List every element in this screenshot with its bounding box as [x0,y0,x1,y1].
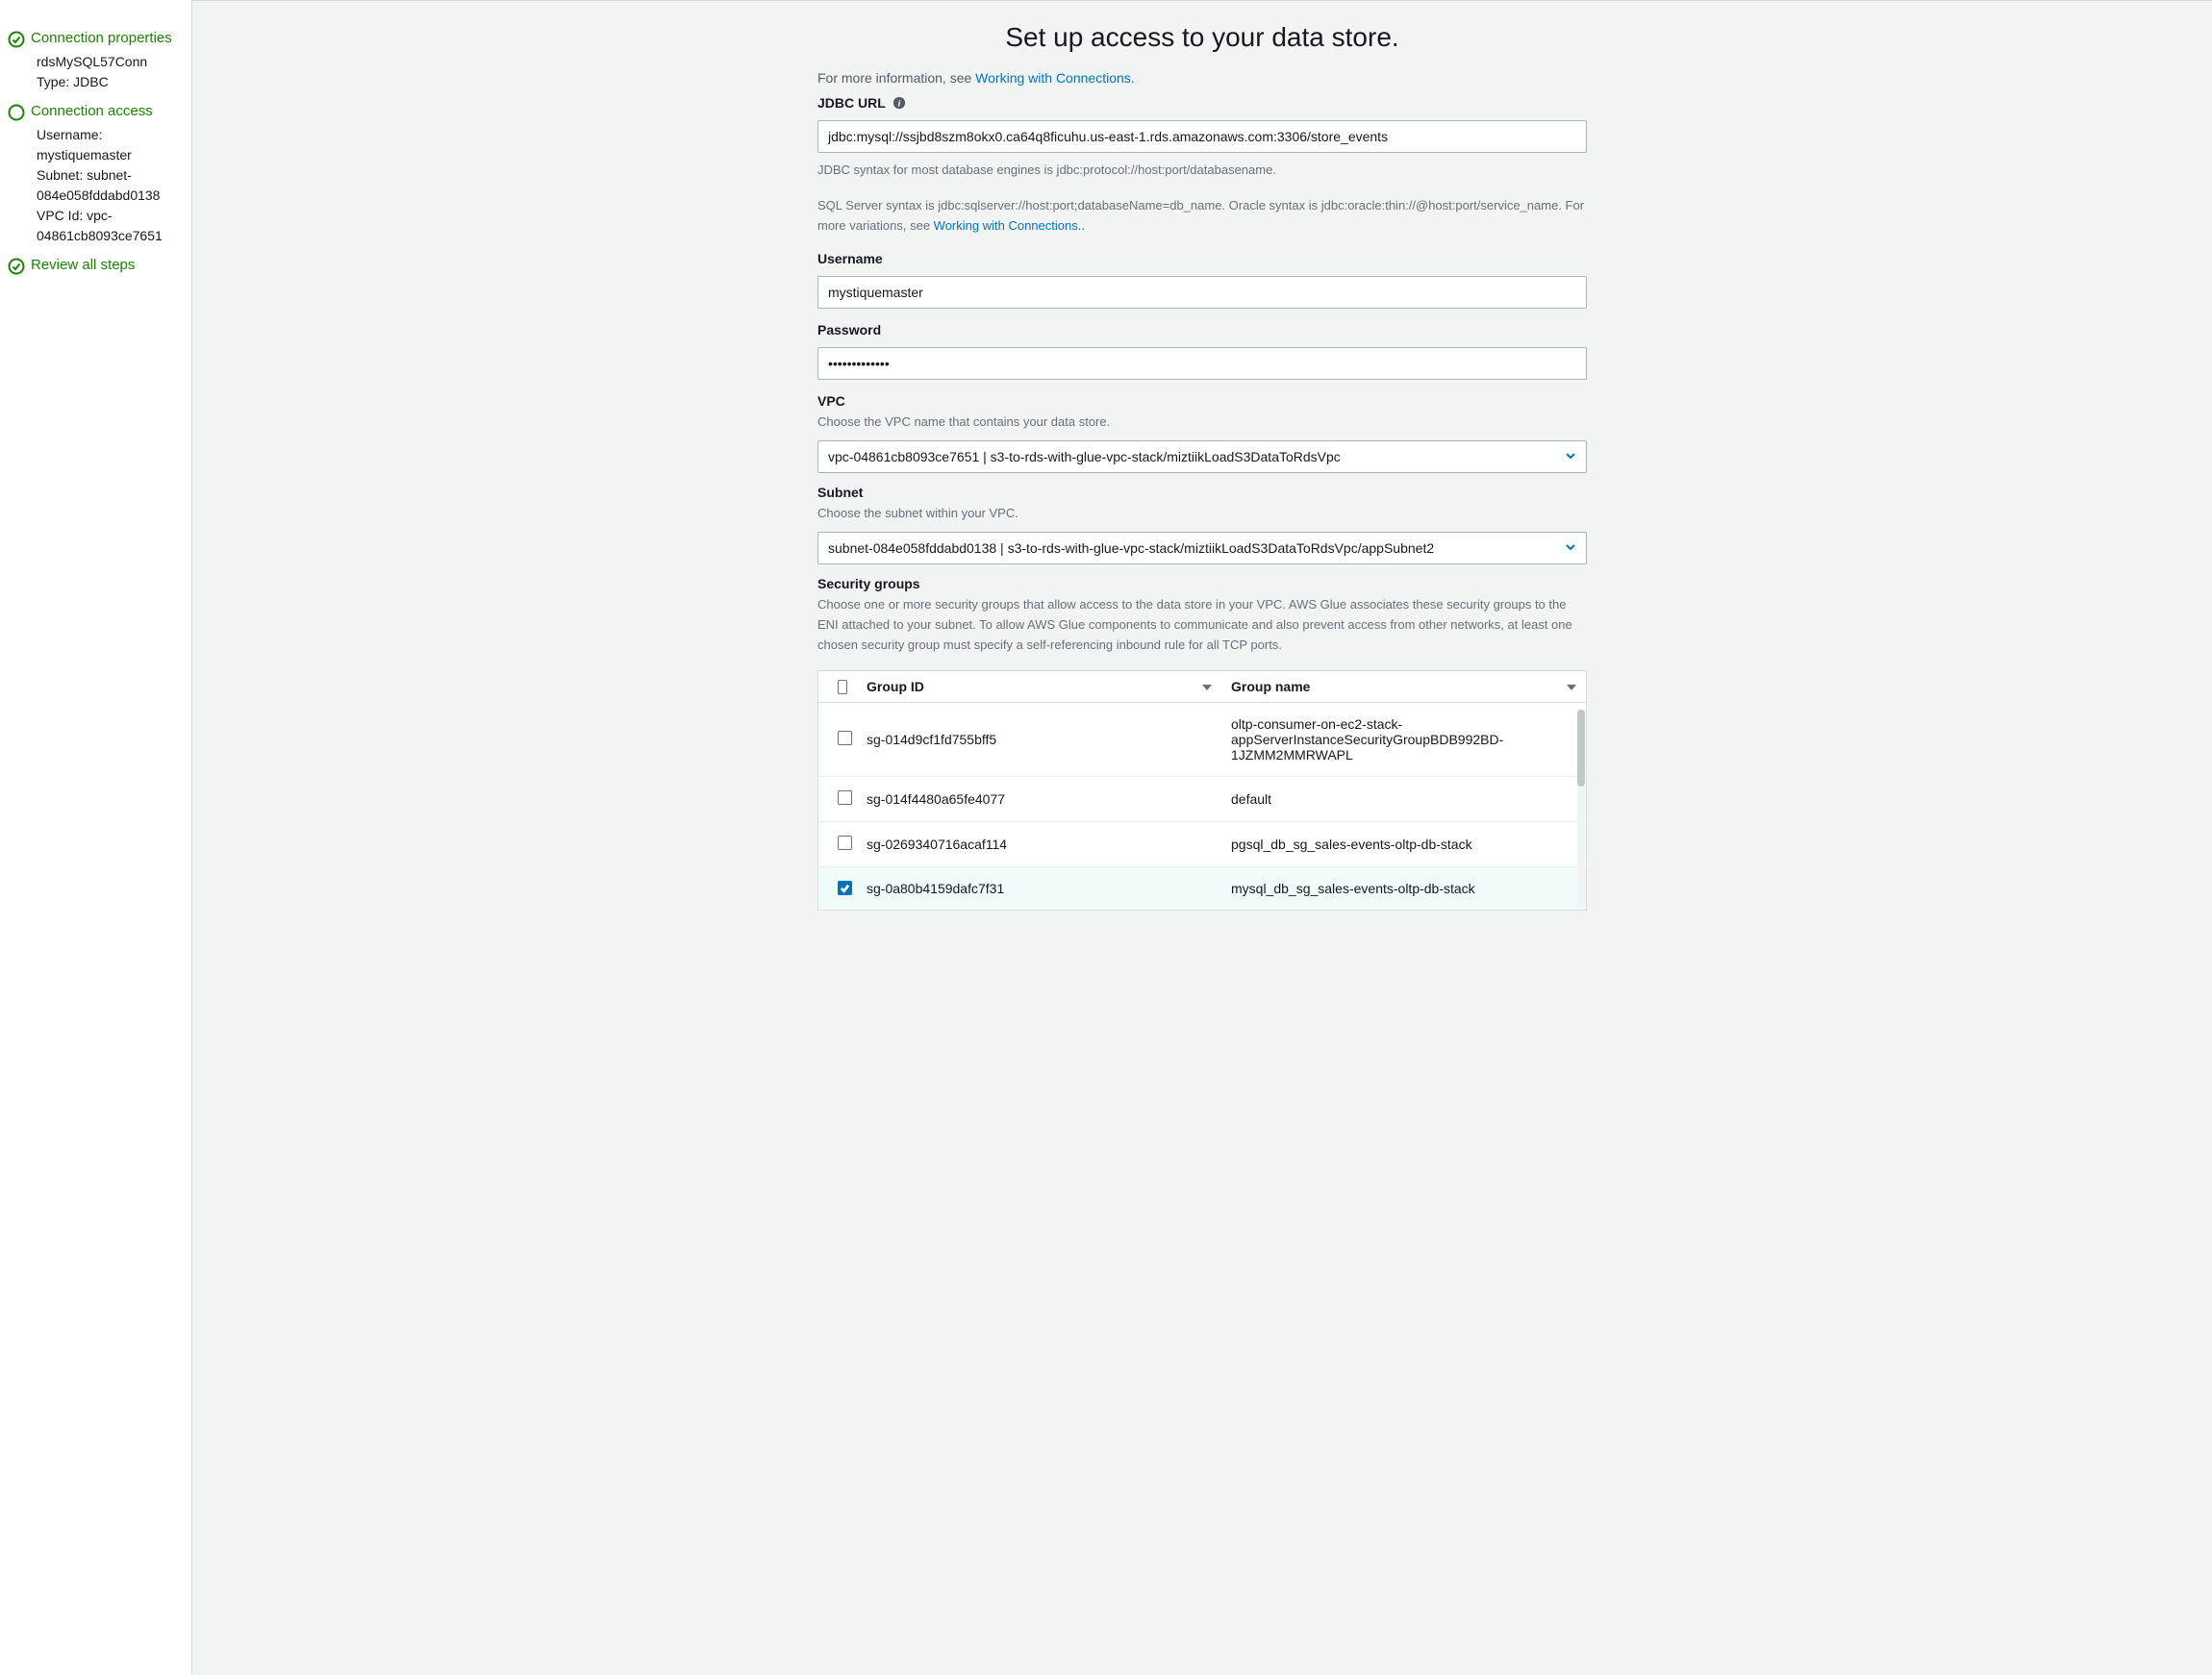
table-row[interactable]: sg-014d9cf1fd755bff5oltp-consumer-on-ec2… [818,703,1586,777]
check-circle-icon [8,31,25,48]
jdbc-help-1: JDBC syntax for most database engines is… [817,161,1587,181]
vpc-help: Choose the VPC name that contains your d… [817,412,1587,433]
row-checkbox[interactable] [838,836,852,850]
column-header-group-name[interactable]: Group name [1221,671,1586,702]
check-circle-icon [8,258,25,275]
vpc-select[interactable]: vpc-04861cb8093ce7651 | s3-to-rds-with-g… [817,440,1587,473]
cell-group-id: sg-014f4480a65fe4077 [857,778,1221,820]
wizard-step-title: Connection access [31,102,153,121]
vpc-label: VPC [817,393,1587,409]
jdbc-help-2-text: SQL Server syntax is jdbc:sqlserver://ho… [817,198,1584,233]
username-label: Username [817,251,1587,266]
wizard-step[interactable]: Connection access [8,102,184,121]
table-row[interactable]: sg-014f4480a65fe4077default [818,777,1586,822]
jdbc-help-2: SQL Server syntax is jdbc:sqlserver://ho… [817,196,1587,237]
table-scrollbar[interactable] [1577,710,1585,909]
vpc-select-value: vpc-04861cb8093ce7651 | s3-to-rds-with-g… [828,449,1341,464]
wizard-step-title: Review all steps [31,256,135,275]
sort-icon [1567,679,1576,694]
security-groups-help: Choose one or more security groups that … [817,595,1587,655]
table-scrollbar-thumb[interactable] [1577,710,1585,787]
table-row[interactable]: sg-0269340716acaf114pgsql_db_sg_sales-ev… [818,822,1586,867]
jdbc-url-label: JDBC URL i [817,95,1587,111]
subnet-label: Subnet [817,485,1587,500]
cell-group-id: sg-0269340716acaf114 [857,823,1221,865]
svg-text:i: i [897,99,900,110]
info-icon[interactable]: i [892,95,907,111]
chevron-down-icon [1565,540,1576,556]
cell-group-id: sg-014d9cf1fd755bff5 [857,718,1221,761]
cell-group-name: pgsql_db_sg_sales-events-oltp-db-stack [1221,823,1586,865]
table-row[interactable]: sg-0a80b4159dafc7f31mysql_db_sg_sales-ev… [818,867,1586,910]
password-input[interactable] [817,347,1587,380]
wizard-steps-sidebar: Connection properties rdsMySQL57ConnType:… [0,0,192,1675]
security-groups-table: Group ID Group name sg-014d9cf1fd755bff5… [817,670,1587,911]
column-header-group-id[interactable]: Group ID [857,671,1221,702]
subnet-select-value: subnet-084e058fddabd0138 | s3-to-rds-wit… [828,540,1434,556]
column-header-group-id-text: Group ID [867,679,924,694]
wizard-step[interactable]: Connection properties [8,29,184,48]
chevron-down-icon [1565,449,1576,464]
wizard-step-details: rdsMySQL57ConnType: JDBC [8,52,184,92]
cell-group-name: mysql_db_sg_sales-events-oltp-db-stack [1221,867,1586,910]
column-header-group-name-text: Group name [1231,679,1310,694]
cell-group-name: oltp-consumer-on-ec2-stack-appServerInst… [1221,703,1586,776]
intro-prefix: For more information, see [817,70,975,86]
wizard-step-title: Connection properties [31,29,172,48]
select-all-checkbox[interactable] [838,680,847,694]
cell-group-id: sg-0a80b4159dafc7f31 [857,867,1221,910]
row-checkbox[interactable] [838,731,852,745]
circle-icon [8,104,25,121]
page-title: Set up access to your data store. [779,1,1625,70]
row-checkbox[interactable] [838,790,852,805]
wizard-step-details: Username: mystiquemasterSubnet: subnet-0… [8,125,184,246]
cell-group-name: default [1221,778,1586,820]
jdbc-help-2-link[interactable]: Working with Connections.. [934,218,1085,233]
sort-icon [1202,679,1212,694]
wizard-step[interactable]: Review all steps [8,256,184,275]
jdbc-url-input[interactable] [817,120,1587,153]
intro-link[interactable]: Working with Connections. [975,70,1134,86]
subnet-select[interactable]: subnet-084e058fddabd0138 | s3-to-rds-wit… [817,532,1587,564]
main-content: Set up access to your data store. For mo… [192,0,2212,1675]
security-groups-label: Security groups [817,576,1587,591]
password-label: Password [817,322,1587,338]
intro-text: For more information, see Working with C… [817,70,1587,86]
subnet-help: Choose the subnet within your VPC. [817,504,1587,524]
jdbc-url-label-text: JDBC URL [817,95,886,111]
row-checkbox[interactable] [838,881,852,895]
username-input[interactable] [817,276,1587,309]
